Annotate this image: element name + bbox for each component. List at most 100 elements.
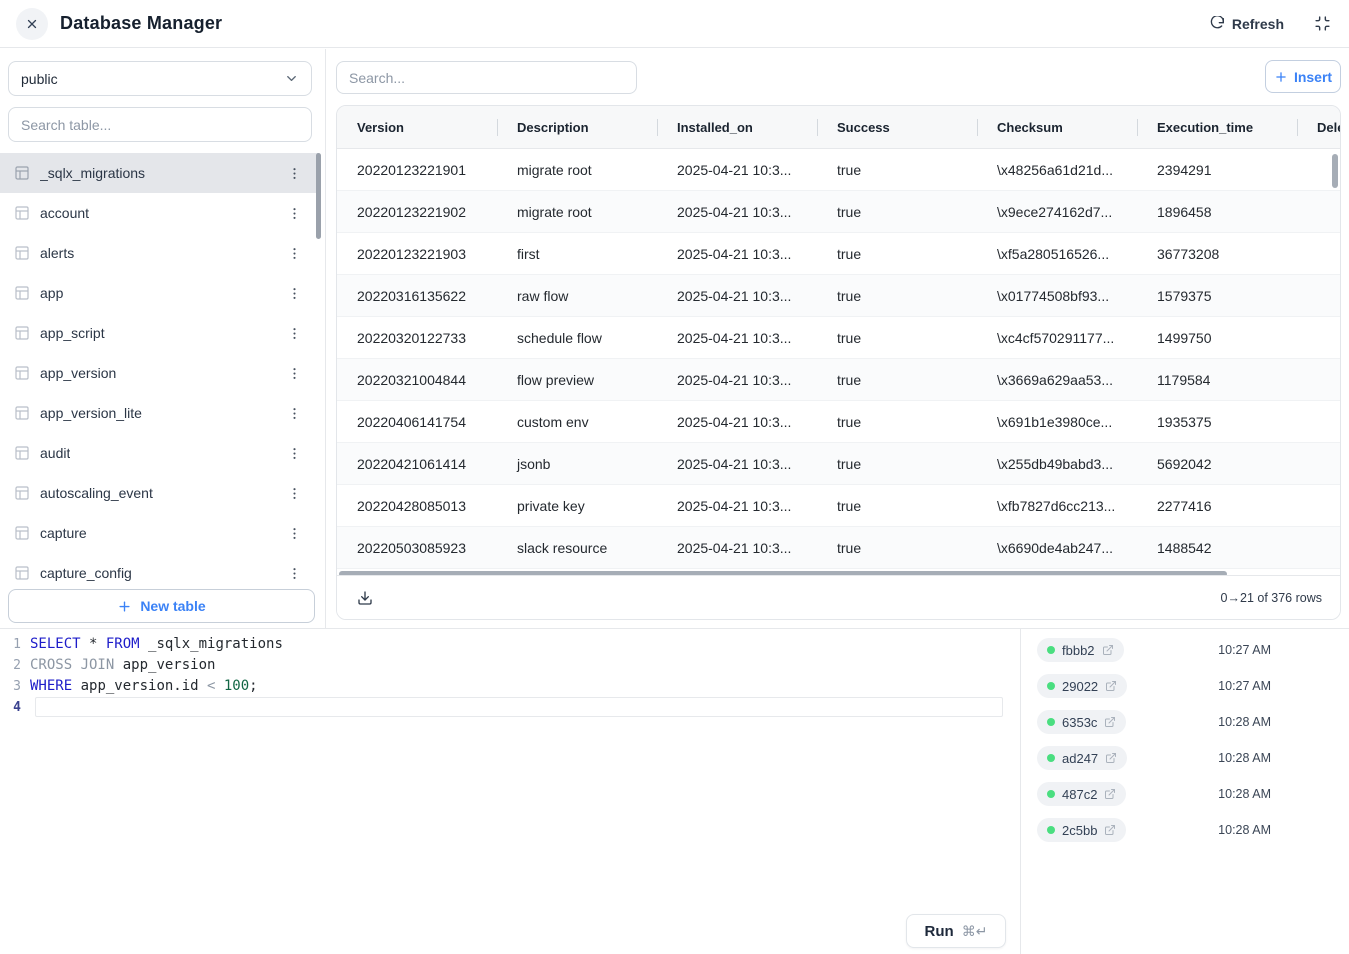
kebab-menu-button[interactable] [283, 564, 306, 583]
history-item: fbbb2 10:27 AM [1021, 632, 1349, 668]
column-header-installed-on[interactable]: Installed_on [657, 106, 817, 148]
sidebar-item-app[interactable]: app [0, 273, 318, 313]
query-pill[interactable]: 6353c [1037, 710, 1126, 734]
table-row[interactable]: 20220421061414 jsonb 2025-04-21 10:3... … [337, 443, 1341, 485]
table-row[interactable]: 20220123221903 first 2025-04-21 10:3... … [337, 233, 1341, 275]
kebab-menu-button[interactable] [283, 484, 306, 503]
query-pill[interactable]: 487c2 [1037, 782, 1126, 806]
kebab-menu-button[interactable] [283, 164, 306, 183]
sidebar-item-account[interactable]: account [0, 193, 318, 233]
bottom-panel: 1 SELECT * FROM _sqlx_migrations 2 CROSS… [0, 628, 1349, 954]
column-header-version[interactable]: Version [337, 106, 497, 148]
kebab-menu-button[interactable] [283, 284, 306, 303]
cell-version: 20220421061414 [337, 443, 497, 484]
contract-icon [1314, 15, 1331, 32]
kebab-menu-button[interactable] [283, 444, 306, 463]
external-link-icon[interactable] [1104, 716, 1116, 728]
contract-button[interactable] [1312, 13, 1333, 34]
cell-description: first [497, 233, 657, 274]
cell-checksum: \xf5a280516526... [977, 233, 1137, 274]
schema-select[interactable]: public [8, 61, 312, 96]
external-link-icon[interactable] [1104, 824, 1116, 836]
cell-installed-on: 2025-04-21 10:3... [657, 443, 817, 484]
cell-description: jsonb [497, 443, 657, 484]
status-dot [1047, 646, 1055, 654]
sidebar-item-alerts[interactable]: alerts [0, 233, 318, 273]
cell-installed-on: 2025-04-21 10:3... [657, 191, 817, 232]
table-name: account [40, 205, 89, 221]
query-pill[interactable]: fbbb2 [1037, 638, 1124, 662]
code-area[interactable]: 1 SELECT * FROM _sqlx_migrations 2 CROSS… [0, 629, 1020, 718]
line-number: 3 [0, 676, 30, 697]
kebab-menu-button[interactable] [283, 204, 306, 223]
run-button[interactable]: Run ⌘↵ [906, 914, 1006, 948]
sidebar-item-sqlx-migrations[interactable]: _sqlx_migrations [0, 153, 318, 193]
external-link-icon[interactable] [1102, 644, 1114, 656]
cell-checksum: \x6690de4ab247... [977, 527, 1137, 568]
code-line: 3 WHERE app_version.id < 100; [0, 676, 1020, 697]
cell-success: true [817, 233, 977, 274]
cell-version: 20220123221902 [337, 191, 497, 232]
sidebar-item-audit[interactable]: audit [0, 433, 318, 473]
sidebar-item-autoscaling-event[interactable]: autoscaling_event [0, 473, 318, 513]
kebab-menu-button[interactable] [283, 324, 306, 343]
query-pill[interactable]: ad247 [1037, 746, 1127, 770]
kebab-menu-button[interactable] [283, 244, 306, 263]
sidebar-item-capture-config[interactable]: capture_config [0, 553, 318, 585]
cell-description: migrate root [497, 191, 657, 232]
sidebar-item-app-version[interactable]: app_version [0, 353, 318, 393]
code-text: SELECT * FROM _sqlx_migrations [30, 634, 283, 655]
status-dot [1047, 826, 1055, 834]
column-header-success[interactable]: Success [817, 106, 977, 148]
query-pill[interactable]: 2c5bb [1037, 818, 1126, 842]
query-pill[interactable]: 29022 [1037, 674, 1127, 698]
column-header-description[interactable]: Description [497, 106, 657, 148]
table-row[interactable]: 20220320122733 schedule flow 2025-04-21 … [337, 317, 1341, 359]
cell-checksum: \x48256a61d21d... [977, 149, 1137, 190]
external-link-icon[interactable] [1105, 680, 1117, 692]
download-button[interactable] [355, 588, 375, 608]
cell-execution-time: 2277416 [1137, 485, 1297, 526]
table-row[interactable]: 20220503085923 slack resource 2025-04-21… [337, 527, 1341, 569]
column-header-checksum[interactable]: Checksum [977, 106, 1137, 148]
vertical-scrollbar[interactable] [1332, 154, 1338, 188]
table-icon [14, 325, 30, 341]
kebab-menu-button[interactable] [283, 364, 306, 383]
query-id: 6353c [1062, 715, 1097, 730]
table-row[interactable]: 20220316135622 raw flow 2025-04-21 10:3.… [337, 275, 1341, 317]
table-name: capture [40, 525, 87, 541]
external-link-icon[interactable] [1104, 788, 1116, 800]
sidebar-item-app-script[interactable]: app_script [0, 313, 318, 353]
kebab-menu-button[interactable] [283, 404, 306, 423]
refresh-icon [1208, 16, 1224, 32]
refresh-button[interactable]: Refresh [1208, 16, 1284, 32]
cell-version: 20220123221901 [337, 149, 497, 190]
grid-search-input[interactable] [336, 61, 637, 94]
cell-installed-on: 2025-04-21 10:3... [657, 149, 817, 190]
sidebar-scrollbar[interactable] [316, 153, 321, 239]
history-item: ad247 10:28 AM [1021, 740, 1349, 776]
column-header-deleted[interactable]: Deleted [1297, 106, 1341, 148]
insert-button[interactable]: Insert [1265, 60, 1341, 93]
table-search-input[interactable] [8, 107, 312, 142]
sidebar-item-capture[interactable]: capture [0, 513, 318, 553]
cell-checksum: \x9ece274162d7... [977, 191, 1137, 232]
table-row[interactable]: 20220428085013 private key 2025-04-21 10… [337, 485, 1341, 527]
column-header-execution-time[interactable]: Execution_time [1137, 106, 1297, 148]
cell-description: migrate root [497, 149, 657, 190]
table-row[interactable]: 20220123221902 migrate root 2025-04-21 1… [337, 191, 1341, 233]
cell-checksum: \x3669a629aa53... [977, 359, 1137, 400]
query-timestamp: 10:28 AM [1218, 751, 1271, 765]
table-icon [14, 525, 30, 541]
new-table-button[interactable]: New table [8, 589, 315, 623]
table-row[interactable]: 20220123221901 migrate root 2025-04-21 1… [337, 149, 1341, 191]
query-id: 29022 [1062, 679, 1098, 694]
cell-deleted [1297, 317, 1341, 358]
sql-editor[interactable]: 1 SELECT * FROM _sqlx_migrations 2 CROSS… [0, 629, 1020, 954]
external-link-icon[interactable] [1105, 752, 1117, 764]
table-row[interactable]: 20220321004844 flow preview 2025-04-21 1… [337, 359, 1341, 401]
close-button[interactable] [16, 8, 48, 40]
table-row[interactable]: 20220406141754 custom env 2025-04-21 10:… [337, 401, 1341, 443]
sidebar-item-app-version-lite[interactable]: app_version_lite [0, 393, 318, 433]
kebab-menu-button[interactable] [283, 524, 306, 543]
